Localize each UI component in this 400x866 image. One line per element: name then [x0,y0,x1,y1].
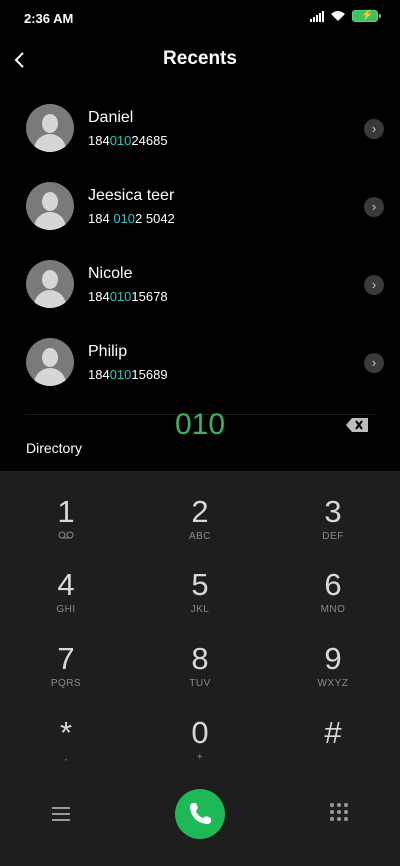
key-1[interactable]: 1 [6,495,126,567]
directory-link[interactable]: Directory [26,440,82,456]
list-item[interactable]: Jeesica teer 184 0102 5042 › [0,170,400,248]
call-button[interactable] [175,789,225,839]
key-2[interactable]: 2 ABC [140,495,260,567]
key-0[interactable]: 0 + [140,716,260,788]
key-6[interactable]: 6 MNO [273,568,393,640]
key-star[interactable]: * , [6,716,126,788]
phone-icon [190,803,211,824]
recents-list: Daniel 18401024685 › Jeesica teer 184 01… [0,92,400,404]
key-7[interactable]: 7 PQRS [6,642,126,714]
avatar [26,338,74,386]
chevron-right-icon[interactable]: › [364,275,384,295]
chevron-right-icon[interactable]: › [364,353,384,373]
contact-number: 18401015689 [88,367,168,382]
key-4[interactable]: 4 GHI [6,568,126,640]
key-3[interactable]: 3 DEF [273,495,393,567]
contact-name: Jeesica teer [88,187,175,204]
contact-number: 18401015678 [88,289,168,304]
contact-number: 184 0102 5042 [88,211,175,226]
avatar [26,104,74,152]
dialpad-actions [0,789,400,849]
avatar [26,260,74,308]
backspace-icon[interactable] [346,418,368,432]
menu-icon[interactable] [52,807,70,825]
chevron-right-icon[interactable]: › [364,197,384,217]
dialpad-toggle-icon[interactable] [330,803,348,821]
key-9[interactable]: 9 WXYZ [273,642,393,714]
battery-icon: ⚡ [352,10,381,22]
dialpad: 1 2 ABC 3 DEF 4 GHI 5 JKL 6 MNO 7 PQRS 8… [0,471,400,866]
status-icons: ⚡ [310,10,381,22]
key-hash[interactable]: # [273,716,393,788]
contact-name: Philip [88,343,128,360]
contact-number: 18401024685 [88,133,168,148]
contact-name: Nicole [88,265,133,282]
wifi-icon [331,11,345,21]
page-title: Recents [163,48,237,69]
list-item[interactable]: Daniel 18401024685 › [0,92,400,170]
chevron-right-icon[interactable]: › [364,119,384,139]
key-5[interactable]: 5 JKL [140,568,260,640]
dialed-number: 010 [174,408,226,441]
list-item[interactable]: Philip 18401015689 › [0,326,400,404]
status-bar: 2:36 AM ⚡ [0,0,400,36]
voicemail-icon [6,531,126,542]
avatar [26,182,74,230]
header: Recents [0,42,400,78]
contact-name: Daniel [88,109,134,126]
status-time: 2:36 AM [24,11,74,26]
list-item[interactable]: Nicole 18401015678 › [0,248,400,326]
key-8[interactable]: 8 TUV [140,642,260,714]
signal-icon [310,10,324,22]
